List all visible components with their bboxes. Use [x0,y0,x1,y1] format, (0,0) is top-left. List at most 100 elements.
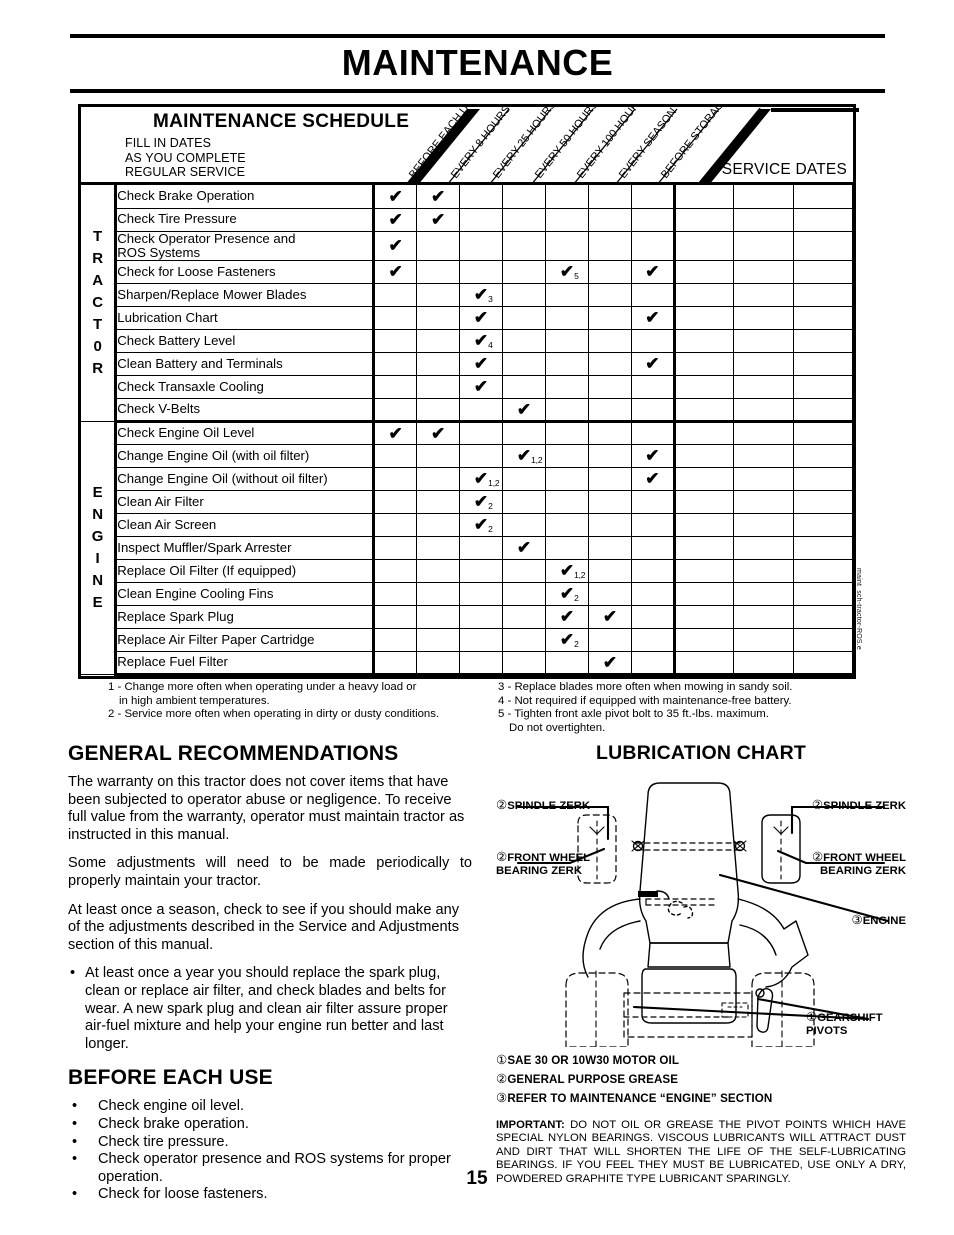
interval-cell [416,443,461,468]
service-date-cell[interactable] [733,207,794,232]
footnotes-right-column: 3 - Replace blades more often when mowin… [498,681,868,735]
important-label: IMPORTANT: [496,1119,565,1131]
service-date-cell[interactable] [673,259,735,284]
service-date-cell[interactable] [733,650,794,676]
service-date-cell[interactable] [733,259,794,284]
schedule-table: T R A C T 0 R Check Brake Operation ✔ ✔ Check Tire… [81,185,854,676]
interval-cell: ✔ 2 [545,627,589,652]
service-date-cell[interactable] [733,443,794,468]
legend-item-2: ②GENERAL PURPOSE GREASE [496,1070,906,1089]
general-paragraph-1: The warranty on this tractor does not co… [68,774,465,843]
service-date-cell[interactable] [792,512,854,537]
interval-cell [545,282,589,307]
service-date-cell[interactable] [673,489,735,514]
service-date-cell[interactable] [792,581,854,606]
service-date-cell[interactable] [673,207,735,232]
service-date-cell[interactable] [733,535,794,560]
service-date-cell[interactable] [733,581,794,606]
service-date-cell[interactable] [733,397,794,423]
bullet-icon: • [72,1133,78,1150]
service-date-cell[interactable] [792,207,854,232]
service-date-cell[interactable] [792,466,854,491]
service-date-cell[interactable] [792,604,854,629]
service-date-cell[interactable] [792,443,854,468]
service-date-cell[interactable] [733,421,794,445]
interval-cell [630,207,676,232]
service-date-cell[interactable] [792,421,854,445]
section-label-letter: T [93,227,103,245]
service-date-cell[interactable] [792,627,854,652]
interval-cell [587,443,632,468]
service-date-cell[interactable] [673,328,735,353]
service-date-cell[interactable] [673,466,735,491]
service-date-cell[interactable] [673,581,735,606]
service-date-cell[interactable] [673,282,735,307]
service-date-cell[interactable] [792,282,854,307]
service-date-cell[interactable] [673,421,735,445]
interval-cell [502,305,546,330]
checkmark-icon: ✔ [473,354,489,374]
table-row: Check V-Belts ✔ [81,397,854,423]
list-item: • Check brake operation. [68,1116,472,1134]
interval-cell [502,282,546,307]
interval-cell [587,328,632,353]
service-date-cell[interactable] [792,185,854,209]
interval-cell [373,604,418,629]
service-date-cell[interactable] [733,305,794,330]
service-date-cell[interactable] [733,489,794,514]
interval-cell [459,443,504,468]
service-date-cell[interactable] [673,512,735,537]
service-date-cell[interactable] [792,650,854,676]
schedule-subtitle-line-2: AS YOU COMPLETE [125,150,246,165]
service-date-cell[interactable] [733,466,794,491]
service-date-cell[interactable] [733,374,794,399]
interval-cell [416,627,461,652]
service-date-cell[interactable] [733,185,794,209]
interval-cell [373,581,418,606]
service-date-cell[interactable] [733,230,794,261]
service-date-cell[interactable] [673,351,735,376]
service-date-cell[interactable] [733,558,794,583]
service-date-cell[interactable] [792,535,854,560]
service-date-cell[interactable] [792,328,854,353]
service-date-cell[interactable] [673,185,735,209]
bullet-icon: • [70,965,76,982]
interval-cell [630,627,676,652]
service-date-cell[interactable] [673,650,735,676]
service-date-cell[interactable] [673,397,735,423]
service-date-cell[interactable] [673,374,735,399]
service-date-cell[interactable] [673,558,735,583]
service-date-cell[interactable] [673,443,735,468]
service-date-cell[interactable] [673,627,735,652]
checkmark-icon: ✔ [473,308,489,328]
service-date-cell[interactable] [733,328,794,353]
interval-cell: ✔ [373,421,418,445]
interval-cell: ✔ [373,185,418,209]
interval-cell: ✔ [545,604,589,629]
service-date-cell[interactable] [792,305,854,330]
interval-cell: ✔ [416,421,461,445]
service-date-cell[interactable] [733,282,794,307]
service-date-cell[interactable] [673,604,735,629]
service-date-cell[interactable] [733,351,794,376]
interval-cell [373,512,418,537]
footnote-marker: 3 [488,293,493,304]
interval-cell: ✔ [502,535,546,560]
service-date-cell[interactable] [673,230,735,261]
service-date-cell[interactable] [792,374,854,399]
service-date-cell[interactable] [792,230,854,261]
service-date-cell[interactable] [673,535,735,560]
interval-cell [587,305,632,330]
service-date-cell[interactable] [792,489,854,514]
service-date-cell[interactable] [733,604,794,629]
service-date-cell[interactable] [733,627,794,652]
interval-cell [373,443,418,468]
service-date-cell[interactable] [792,558,854,583]
service-date-cell[interactable] [792,259,854,284]
service-date-cell[interactable] [673,305,735,330]
service-date-cell[interactable] [792,351,854,376]
service-date-cell[interactable] [792,397,854,423]
interval-cell [545,207,589,232]
interval-cell: ✔ [587,650,632,676]
service-date-cell[interactable] [733,512,794,537]
